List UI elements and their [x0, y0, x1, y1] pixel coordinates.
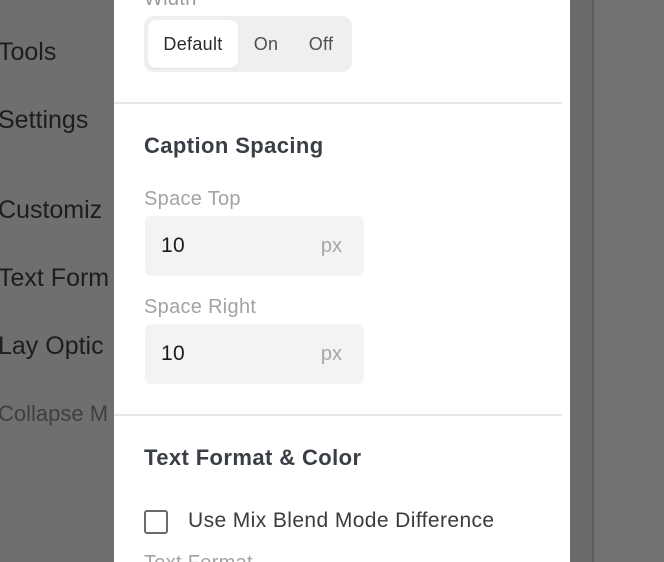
caption-spacing-title: Caption Spacing: [144, 133, 324, 158]
width-toggle-group: Default On Off: [144, 16, 352, 72]
text-format-label: Text Format: [144, 552, 253, 562]
mix-blend-checkbox[interactable]: [144, 510, 168, 534]
space-top-label: Space Top: [144, 188, 241, 210]
space-right-input[interactable]: 10 px: [145, 324, 364, 384]
width-option-off[interactable]: Off: [294, 20, 348, 68]
bg-menu-item-collapse: Collapse M: [0, 401, 109, 426]
text-format-title: Text Format & Color: [144, 445, 362, 470]
bg-menu-item-tools: Tools: [0, 38, 57, 66]
bg-menu-item-settings: Settings: [0, 106, 89, 134]
space-right-unit: px: [320, 343, 342, 365]
width-label: Width: [144, 0, 197, 11]
space-right-value: 10: [161, 342, 185, 365]
width-option-default[interactable]: Default: [148, 20, 238, 68]
section-divider: [114, 414, 562, 416]
background-sidebar: Tools Settings Customiz Text Form Lay Op…: [0, 0, 114, 562]
width-option-on[interactable]: On: [242, 20, 290, 68]
section-divider: [114, 102, 562, 104]
panel-scroll-track: [570, 0, 594, 562]
settings-panel: Width Default On Off Caption Spacing Spa…: [114, 0, 570, 562]
space-right-label: Space Right: [144, 296, 257, 318]
bg-menu-item-text-format: Text Form: [0, 264, 110, 292]
mix-blend-label[interactable]: Use Mix Blend Mode Difference: [188, 509, 495, 533]
space-top-input[interactable]: 10 px: [145, 216, 364, 276]
space-top-unit: px: [320, 235, 342, 257]
bg-menu-item-layout-options: Lay Optic: [0, 332, 104, 360]
space-top-value: 10: [161, 234, 185, 257]
background-page: [594, 0, 664, 562]
bg-menu-item-customize: Customiz: [0, 196, 103, 224]
